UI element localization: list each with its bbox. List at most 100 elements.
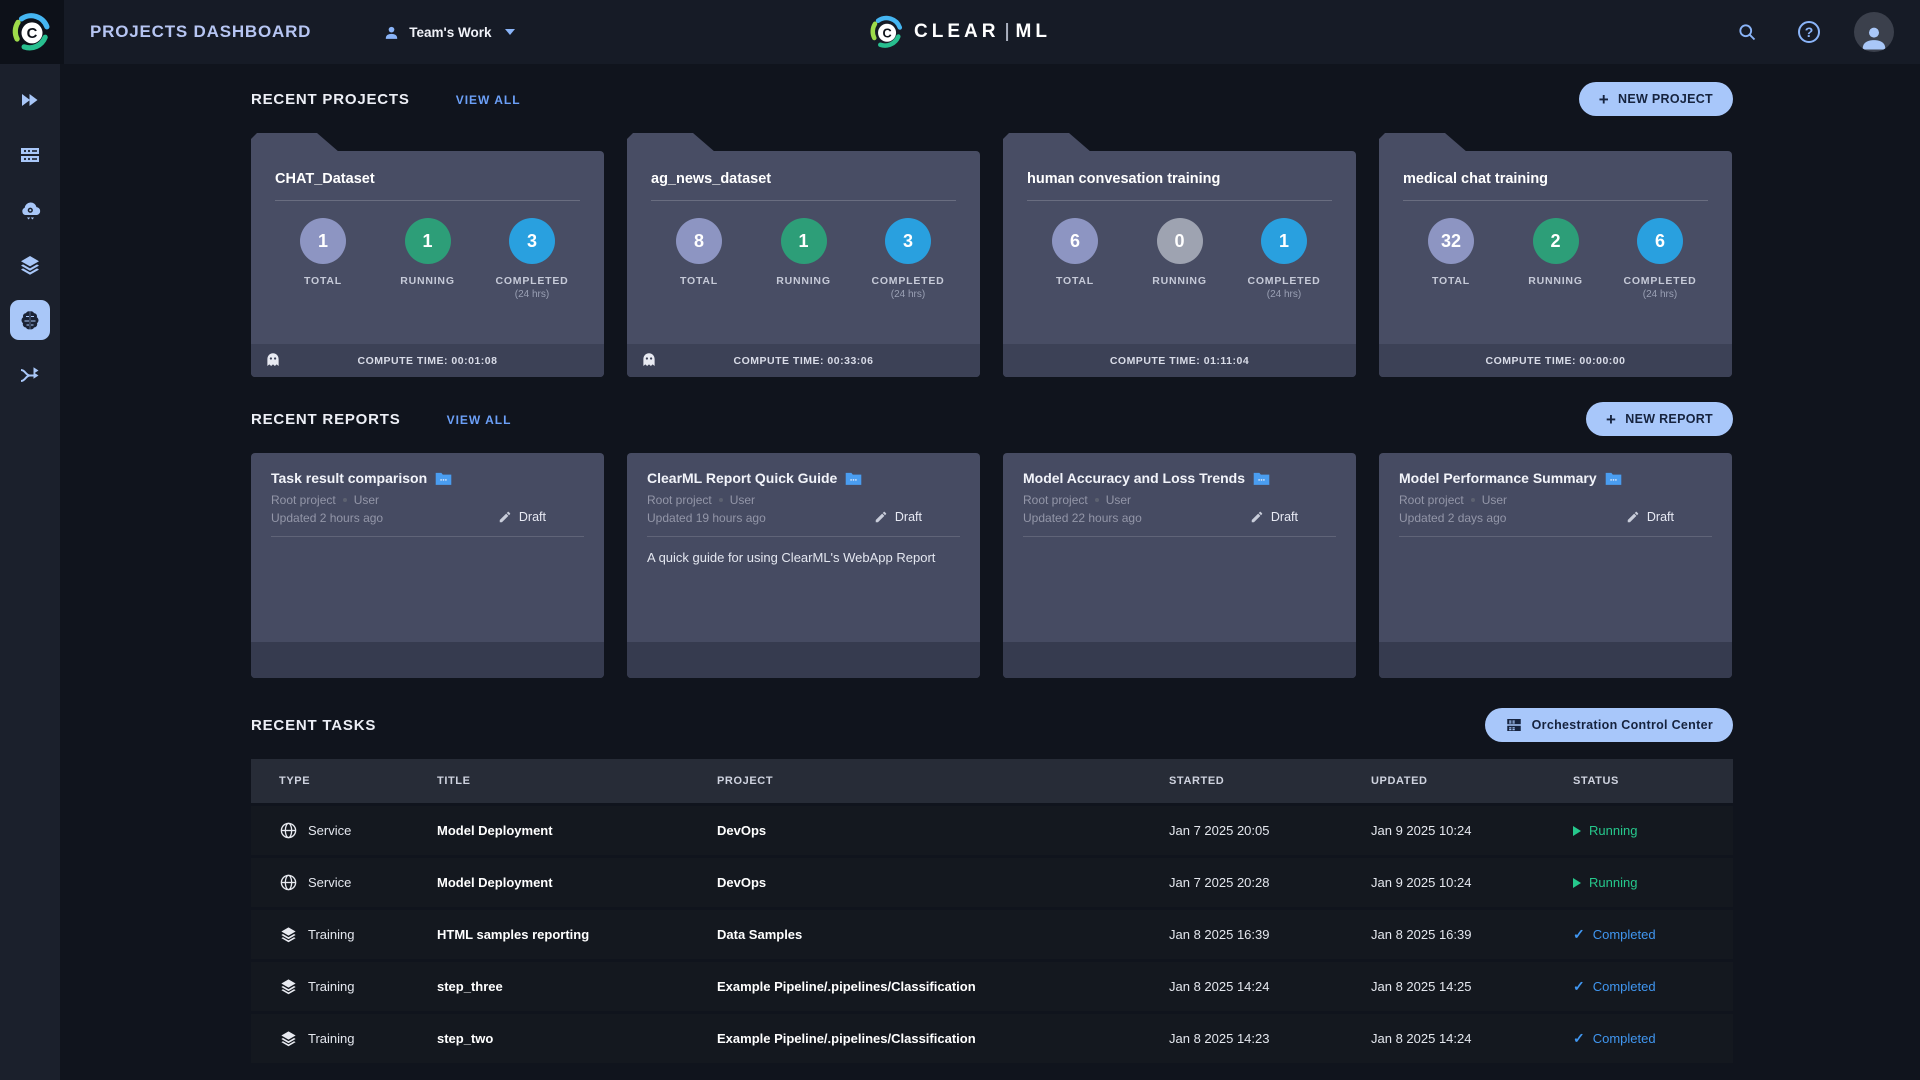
sidebar-item-datasets[interactable]	[10, 245, 50, 285]
main-content: RECENT PROJECTS VIEW ALL + NEW PROJECT C…	[60, 64, 1920, 1080]
col-title: TITLE	[437, 775, 471, 787]
sidebar-item-getting-started[interactable]	[10, 80, 50, 120]
task-type-cell: Training	[279, 1029, 437, 1048]
sidebar-item-workers-queues[interactable]	[10, 135, 50, 175]
double-play-icon	[22, 94, 38, 106]
report-meta: Root project User	[251, 493, 604, 507]
project-stat-completed: 6 COMPLETED (24 hrs)	[1614, 218, 1706, 300]
report-title: Model Accuracy and Loss Trends	[1023, 470, 1245, 486]
running-label: RUNNING	[1152, 275, 1207, 287]
svg-text:C: C	[27, 26, 38, 42]
task-title: step_two	[437, 1031, 494, 1046]
sidebar-item-cloud[interactable]	[10, 190, 50, 230]
task-project: Data Samples	[717, 927, 803, 942]
report-card[interactable]: ClearML Report Quick Guide Root project …	[627, 453, 980, 678]
page-title: PROJECTS DASHBOARD	[90, 22, 312, 41]
search-button[interactable]	[1730, 15, 1764, 49]
compute-time: COMPUTE TIME: 00:00:00	[1485, 354, 1626, 367]
new-report-button[interactable]: + NEW REPORT	[1586, 402, 1733, 436]
task-type: Service	[308, 875, 352, 890]
recent-reports-title: RECENT REPORTS	[251, 411, 401, 428]
clearml-logo-icon[interactable]: C	[0, 0, 64, 64]
report-folder-icon	[435, 472, 452, 485]
project-stat-completed: 3 COMPLETED (24 hrs)	[486, 218, 578, 300]
table-header: TYPE TITLE PROJECT STARTED UPDATED STATU…	[251, 759, 1733, 803]
project-card[interactable]: medical chat training 32 TOTAL 2 RUNNING	[1379, 133, 1732, 377]
divider	[1027, 200, 1332, 201]
col-updated: UPDATED	[1371, 775, 1428, 787]
dot-separator	[342, 498, 347, 502]
workspace-selector[interactable]: Team's Work	[383, 24, 515, 41]
total-count-badge: 1	[300, 218, 346, 264]
report-updated-row: Updated 2 days ago Draft	[1379, 510, 1732, 525]
report-updated-row: Updated 22 hours ago Draft	[1003, 510, 1356, 525]
sidebar-item-projects[interactable]	[10, 300, 50, 340]
report-card[interactable]: Model Performance Summary Root project U…	[1379, 453, 1732, 678]
recent-projects-row: CHAT_Dataset 1 TOTAL 1 RUNNING 3 COMPLET…	[251, 133, 1732, 377]
layers-icon	[21, 256, 39, 275]
project-card-footer: COMPUTE TIME: 00:33:06	[627, 344, 980, 377]
project-stat-completed: 3 COMPLETED (24 hrs)	[862, 218, 954, 300]
project-stat-total: 32 TOTAL	[1405, 218, 1497, 300]
total-label: TOTAL	[303, 275, 343, 287]
orchestration-control-center-button[interactable]: Orchestration Control Center	[1484, 708, 1733, 742]
report-card[interactable]: Model Accuracy and Loss Trends Root proj…	[1003, 453, 1356, 678]
completed-sublabel: (24 hrs)	[1642, 289, 1678, 300]
recent-projects-header: RECENT PROJECTS VIEW ALL + NEW PROJECT	[251, 82, 1733, 117]
task-row[interactable]: Service Model Deployment DevOps Jan 7 20…	[251, 806, 1733, 855]
task-type-cell: Training	[279, 925, 437, 944]
report-description	[1379, 537, 1732, 550]
report-project: Root project	[1023, 493, 1088, 507]
total-count-badge: 6	[1052, 218, 1098, 264]
report-card-footer	[1379, 642, 1732, 678]
task-row[interactable]: Training step_two Example Pipeline/.pipe…	[251, 1014, 1733, 1063]
report-card[interactable]: Task result comparison Root project User…	[251, 453, 604, 678]
project-stat-running: 1 RUNNING	[382, 218, 474, 300]
running-count-badge: 2	[1532, 218, 1579, 264]
project-name: human convesation training	[1027, 171, 1221, 187]
recent-tasks-title: RECENT TASKS	[251, 717, 377, 734]
projects-view-all-link[interactable]: VIEW ALL	[456, 93, 521, 107]
task-status-cell: ✓ Completed	[1573, 1030, 1733, 1047]
report-meta: Root project User	[1379, 493, 1732, 507]
report-updated: Updated 22 hours ago	[1023, 511, 1142, 525]
project-stat-running: 1 RUNNING	[758, 218, 850, 300]
folder-tab	[1003, 133, 1091, 152]
help-button[interactable]: ?	[1792, 15, 1826, 49]
task-type: Training	[308, 979, 355, 994]
new-project-label: NEW PROJECT	[1618, 92, 1713, 106]
running-count-badge: 0	[1156, 218, 1203, 264]
task-started: Jan 7 2025 20:28	[1169, 875, 1270, 890]
total-label: TOTAL	[1055, 275, 1095, 287]
task-type: Training	[308, 927, 355, 942]
total-label: TOTAL	[1431, 275, 1471, 287]
recent-tasks-header: RECENT TASKS Orchestration Control Cente…	[251, 708, 1733, 743]
report-status: Draft	[1250, 510, 1298, 524]
plus-icon: +	[1598, 89, 1610, 109]
report-card-footer	[1003, 642, 1356, 678]
task-row[interactable]: Training step_three Example Pipeline/.pi…	[251, 962, 1733, 1011]
project-card[interactable]: ag_news_dataset 8 TOTAL 1 RUNNING 3 COMP…	[627, 133, 980, 377]
project-name: ag_news_dataset	[651, 171, 772, 187]
report-project: Root project	[647, 493, 712, 507]
task-row[interactable]: Training HTML samples reporting Data Sam…	[251, 910, 1733, 959]
new-project-button[interactable]: + NEW PROJECT	[1578, 82, 1733, 116]
task-row[interactable]: Service Model Deployment DevOps Jan 7 20…	[251, 858, 1733, 907]
project-card[interactable]: CHAT_Dataset 1 TOTAL 1 RUNNING 3 COMPLET…	[251, 133, 604, 377]
report-status: Draft	[1626, 510, 1674, 524]
brand-separator	[1006, 23, 1009, 41]
sidebar-item-pipelines[interactable]	[10, 355, 50, 395]
project-card[interactable]: human convesation training 6 TOTAL 0 RUN…	[1003, 133, 1356, 377]
report-project: Root project	[1399, 493, 1464, 507]
new-report-label: NEW REPORT	[1625, 412, 1713, 426]
project-card-footer: COMPUTE TIME: 01:11:04	[1003, 344, 1356, 377]
recent-reports-header: RECENT REPORTS VIEW ALL + NEW REPORT	[251, 402, 1733, 437]
recent-projects-title: RECENT PROJECTS	[251, 91, 410, 108]
profile-button[interactable]	[1854, 12, 1894, 52]
recent-tasks-table: TYPE TITLE PROJECT STARTED UPDATED STATU…	[251, 759, 1733, 1063]
globe-icon	[280, 822, 297, 839]
reports-view-all-link[interactable]: VIEW ALL	[447, 413, 512, 427]
dot-separator	[1094, 498, 1099, 502]
check-icon: ✓	[1573, 1030, 1585, 1046]
report-description: A quick guide for using ClearML's WebApp…	[647, 550, 936, 565]
